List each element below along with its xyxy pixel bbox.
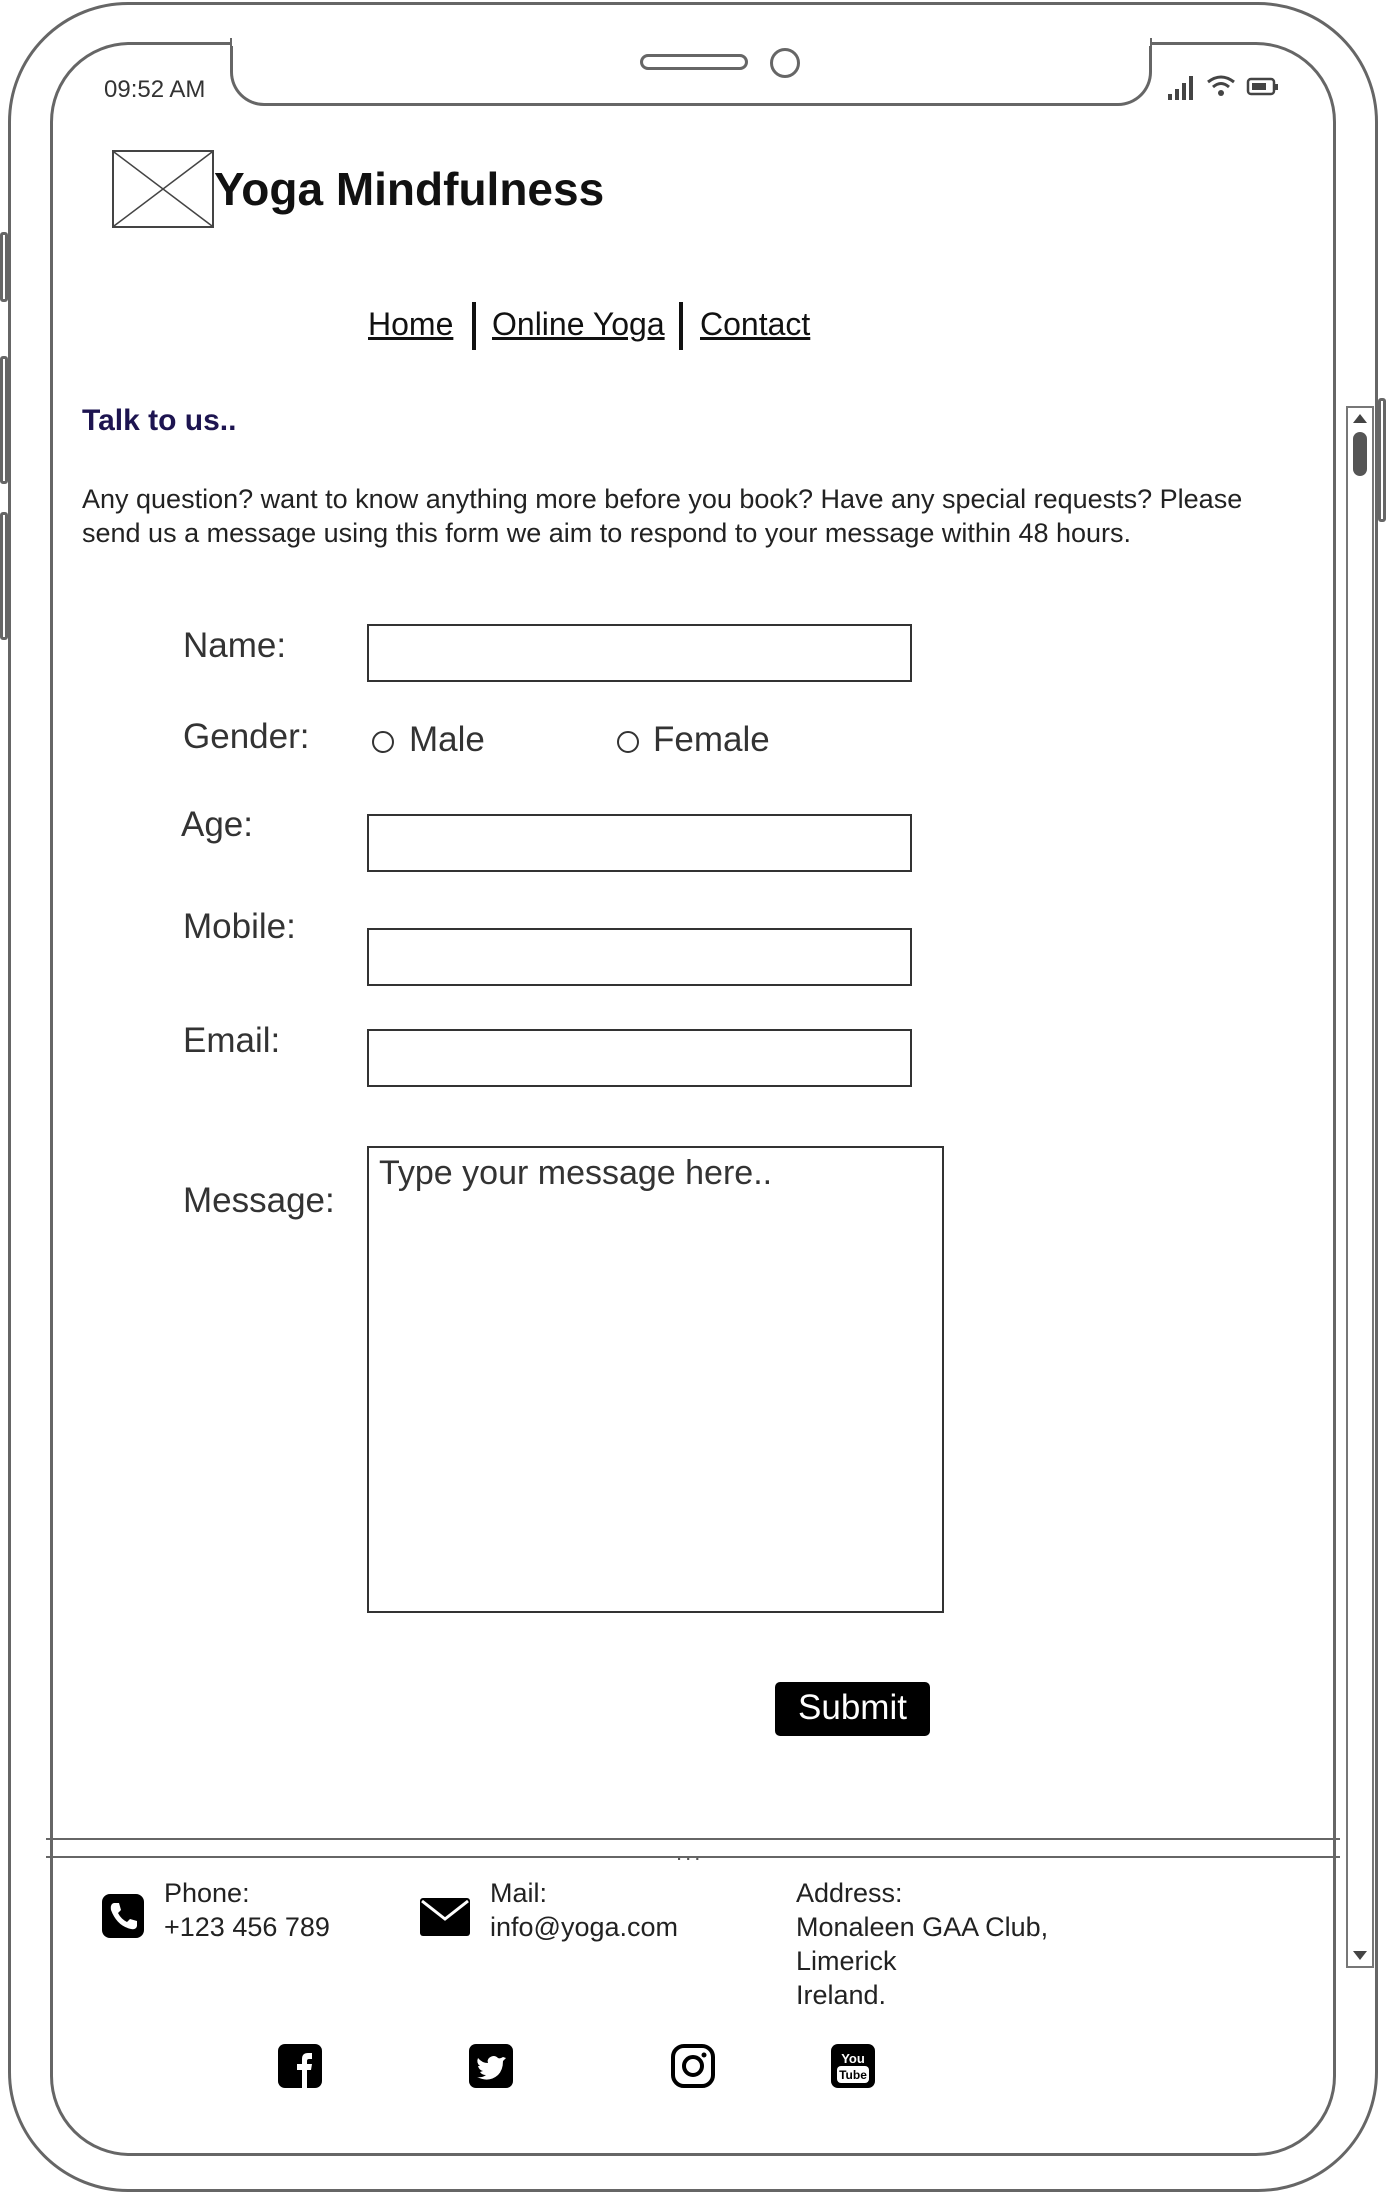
gender-female-radio[interactable] xyxy=(617,731,639,753)
logo-image xyxy=(112,150,214,228)
signal-icon xyxy=(1166,74,1196,105)
address-label: Address: xyxy=(796,1878,903,1908)
scrollbar[interactable] xyxy=(1346,406,1374,1968)
nav-separator xyxy=(472,302,476,350)
side-button xyxy=(0,356,8,484)
footer-mail: Mail: info@yoga.com xyxy=(490,1876,678,1944)
mail-label: Mail: xyxy=(490,1878,548,1908)
scroll-up-icon[interactable] xyxy=(1352,412,1368,430)
submit-button[interactable]: Submit xyxy=(775,1682,930,1736)
age-input[interactable] xyxy=(367,814,912,872)
intro-line-1: Any question? want to know anything more… xyxy=(82,484,1243,514)
youtube-icon-text-top: You xyxy=(841,2051,865,2066)
side-button xyxy=(1378,398,1386,522)
footer-address: Address: Monaleen GAA Club, Limerick Ire… xyxy=(796,1876,1048,2012)
phone-icon xyxy=(102,1894,144,1938)
scroll-thumb[interactable] xyxy=(1353,432,1367,476)
address-line-2: Limerick xyxy=(796,1946,897,1976)
gender-female-label: Female xyxy=(653,720,770,759)
message-placeholder: Type your message here.. xyxy=(379,1154,773,1192)
battery-icon xyxy=(1246,76,1280,103)
gender-label: Gender: xyxy=(183,717,310,756)
divider-handle: ... xyxy=(676,1840,704,1865)
youtube-icon-text-bottom: Tube xyxy=(839,2068,867,2082)
wifi-icon xyxy=(1206,74,1236,103)
phone-label: Phone: xyxy=(164,1878,250,1908)
mail-icon xyxy=(420,1898,470,1936)
email-label: Email: xyxy=(183,1021,281,1060)
contact-intro: Any question? want to know anything more… xyxy=(82,482,1312,550)
gender-male-radio[interactable] xyxy=(372,731,394,753)
nav-home[interactable]: Home xyxy=(368,306,453,343)
speaker-grille xyxy=(640,54,748,70)
name-label: Name: xyxy=(183,626,287,665)
contact-heading: Talk to us.. xyxy=(82,404,237,437)
intro-line-2: send us a message using this form we aim… xyxy=(82,518,1132,548)
nav-contact[interactable]: Contact xyxy=(700,306,810,343)
email-input[interactable] xyxy=(367,1029,912,1087)
side-button xyxy=(0,512,8,640)
name-input[interactable] xyxy=(367,624,912,682)
message-textarea[interactable]: Type your message here.. xyxy=(367,1146,944,1613)
gender-male-label: Male xyxy=(409,720,485,759)
facebook-icon[interactable] xyxy=(278,2044,322,2088)
youtube-icon[interactable]: You Tube xyxy=(831,2044,875,2088)
mobile-input[interactable] xyxy=(367,928,912,986)
twitter-icon[interactable] xyxy=(469,2044,513,2088)
nav-separator xyxy=(679,302,683,350)
nav-online-yoga[interactable]: Online Yoga xyxy=(492,306,665,343)
side-button xyxy=(0,232,8,302)
site-title: Yoga Mindfulness xyxy=(214,163,605,215)
phone-notch xyxy=(230,38,1152,106)
instagram-icon[interactable] xyxy=(671,2044,715,2088)
message-label: Message: xyxy=(183,1181,335,1220)
mobile-label: Mobile: xyxy=(183,907,296,946)
front-camera xyxy=(770,48,800,78)
scroll-down-icon[interactable] xyxy=(1352,1948,1368,1966)
footer-divider-bottom xyxy=(46,1856,1340,1858)
age-label: Age: xyxy=(181,805,253,844)
address-line-1: Monaleen GAA Club, xyxy=(796,1912,1049,1942)
mail-value[interactable]: info@yoga.com xyxy=(490,1910,678,1944)
phone-value: +123 456 789 xyxy=(164,1912,330,1942)
status-time: 09:52 AM xyxy=(104,76,206,103)
address-line-3: Ireland. xyxy=(796,1980,887,2010)
footer-phone: Phone: +123 456 789 xyxy=(164,1876,330,1944)
